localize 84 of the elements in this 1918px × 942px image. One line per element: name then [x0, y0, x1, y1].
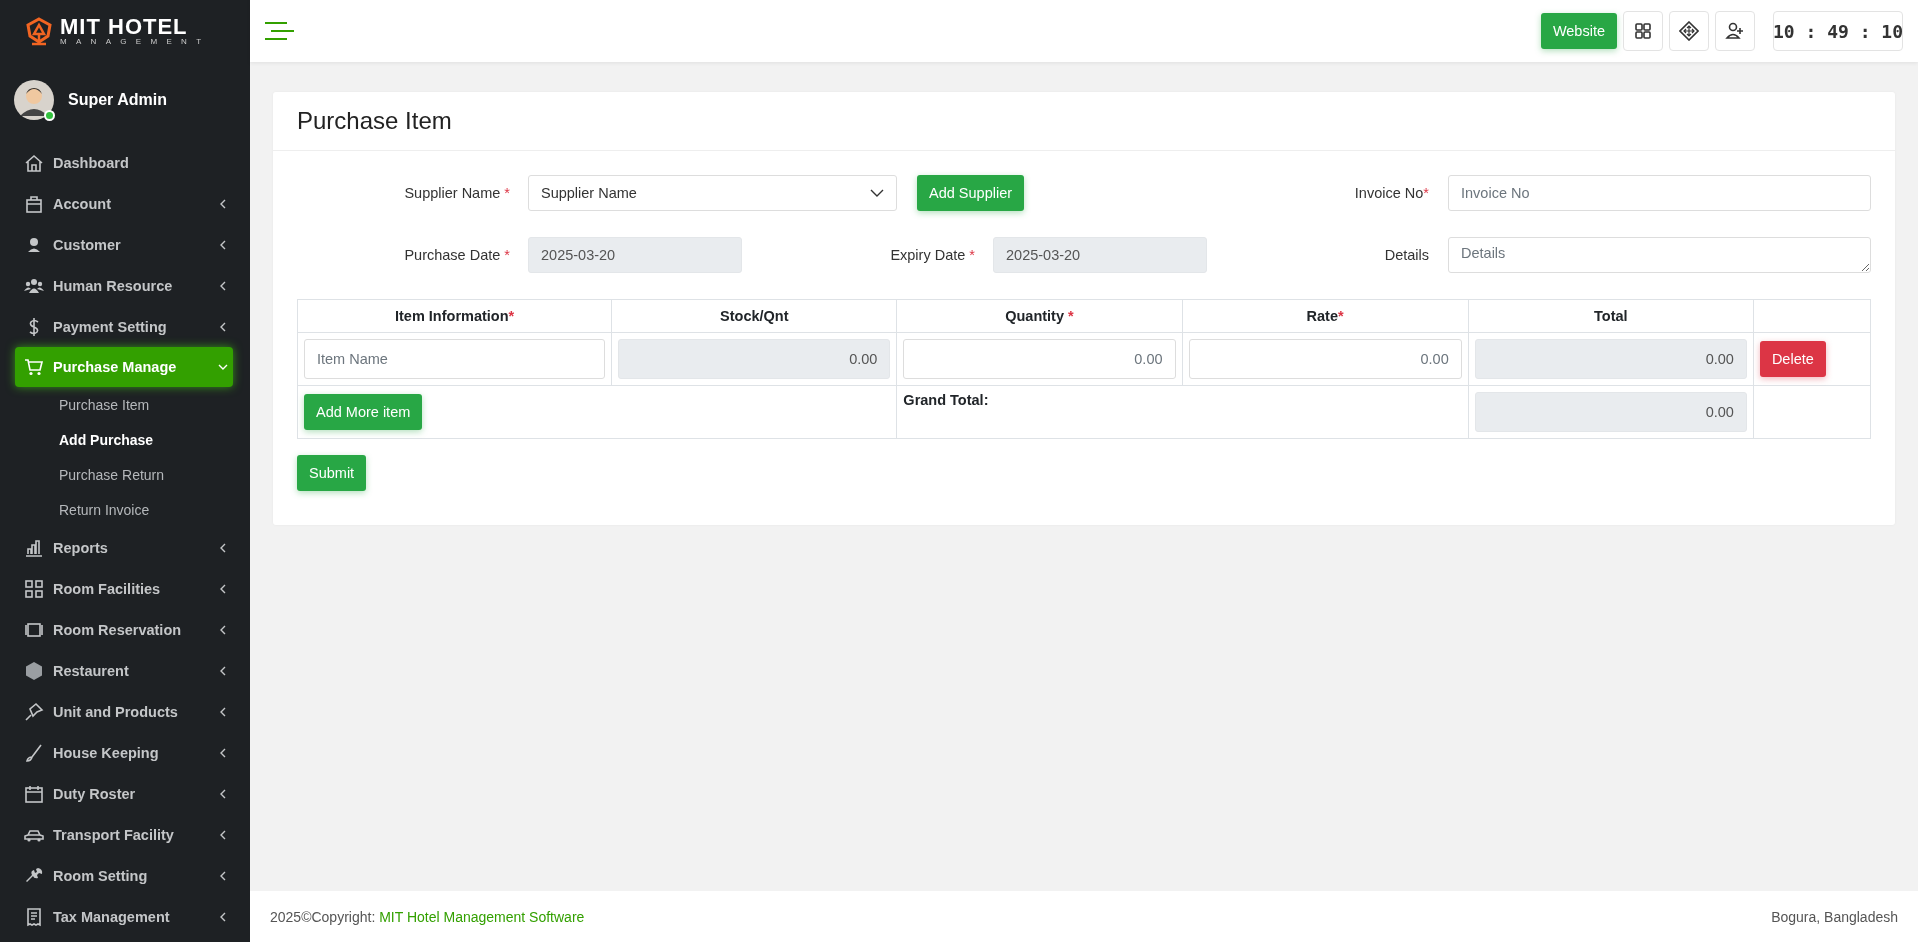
grand-total-label: Grand Total:	[903, 392, 989, 408]
logo-tagline: MANAGEMENT	[60, 38, 211, 46]
grid-icon	[24, 578, 44, 599]
chevron-left-icon	[218, 582, 228, 595]
item-name-field[interactable]: Item Name	[304, 339, 606, 379]
date-field[interactable]: 2025-03-20	[993, 237, 1207, 273]
sidebar-item[interactable]: Dashboard	[0, 142, 250, 183]
chevron-left-icon	[218, 705, 228, 718]
sidebar-item[interactable]: Reports	[0, 527, 250, 568]
column-header: Stock/Qnt	[611, 299, 897, 333]
chevron-left-icon	[218, 664, 228, 677]
submenu-item[interactable]: Purchase Return	[0, 457, 250, 492]
footer-link[interactable]: MIT Hotel Management Software	[379, 908, 585, 925]
add-user-icon	[1725, 21, 1745, 41]
date-field[interactable]: 2025-03-20	[528, 237, 742, 273]
submenu-item[interactable]: Add Purchase	[0, 422, 250, 457]
column-header: Item Information*	[297, 299, 612, 333]
chevron-left-icon	[218, 320, 228, 333]
page-title: Purchase Item	[297, 107, 452, 135]
move-button[interactable]	[1669, 11, 1709, 51]
number-field[interactable]: 0.00	[903, 339, 1176, 379]
field-label: Details	[1383, 247, 1429, 263]
move-arrows-icon	[1679, 21, 1699, 41]
column-header: Total	[1468, 299, 1754, 333]
sidebar-item[interactable]: Customer	[0, 224, 250, 265]
add-user-button[interactable]	[1715, 11, 1755, 51]
user-name: Super Admin	[68, 91, 167, 109]
chevron-left-icon	[218, 623, 228, 636]
bar-chart-icon	[24, 537, 44, 558]
calendar-icon	[24, 783, 44, 804]
column-header: Quantity *	[896, 299, 1183, 333]
chevron-left-icon	[218, 197, 228, 210]
column-header: Rate*	[1182, 299, 1469, 333]
supplier-select[interactable]: Supplier Name	[528, 175, 897, 211]
field-label: Invoice No*	[1353, 185, 1429, 201]
apps-button[interactable]	[1623, 11, 1663, 51]
submenu-item[interactable]: Purchase Item	[0, 387, 250, 422]
chevron-left-icon	[218, 787, 228, 800]
chevron-left-icon	[218, 541, 228, 554]
field-label: Purchase Date *	[403, 247, 510, 263]
grand-total-field[interactable]: 0.00	[1474, 392, 1747, 432]
sidebar-item[interactable]: Human Resource	[0, 265, 250, 306]
location-text: Bogura, Bangladesh	[1771, 908, 1898, 925]
details-field[interactable]: Details	[1448, 237, 1871, 273]
receipt-icon	[24, 906, 44, 927]
cart-icon	[24, 357, 44, 377]
sidebar-item[interactable]: Room Reservation	[0, 609, 250, 650]
number-field[interactable]: 0.00	[1188, 339, 1462, 379]
sidebar-item[interactable]: Transport Facility	[0, 814, 250, 855]
chevron-left-icon	[218, 910, 228, 923]
sidebar-item[interactable]: Room Setting	[0, 855, 250, 896]
chevron-left-icon	[218, 279, 228, 292]
grid-icon	[1633, 21, 1653, 41]
chevron-left-icon	[218, 828, 228, 841]
pin-icon	[24, 701, 44, 722]
sidebar-item[interactable]: House Keeping	[0, 732, 250, 773]
avatar-icon	[14, 80, 54, 120]
number-field[interactable]: 0.00	[1474, 339, 1747, 379]
field-label: Expiry Date *	[889, 247, 975, 263]
sidebar-item[interactable]: Restaurent	[0, 650, 250, 691]
sidebar-item[interactable]: Account	[0, 183, 250, 224]
field-label: Supplier Name *	[403, 185, 510, 201]
sidebar-item[interactable]: Duty Roster	[0, 773, 250, 814]
hexagon-icon	[24, 660, 44, 681]
logo-name: MIT HOTEL	[60, 16, 189, 38]
number-field[interactable]: 0.00	[618, 339, 891, 379]
clock: 10 : 49 : 10	[1773, 11, 1903, 51]
sidebar-item[interactable]: Payment Setting	[0, 306, 250, 347]
brush-icon	[24, 742, 44, 763]
submenu-item[interactable]: Return Invoice	[0, 492, 250, 527]
home-icon	[24, 152, 44, 173]
sidebar-item[interactable]: Tax Management	[0, 896, 250, 937]
chevron-left-icon	[218, 238, 228, 251]
menu-icon[interactable]	[265, 21, 294, 41]
logo-icon	[24, 16, 54, 46]
sidebar-item[interactable]: Unit and Products	[0, 691, 250, 732]
chevron-left-icon	[218, 869, 228, 882]
chevron-down-icon	[870, 188, 884, 198]
briefcase-icon	[24, 193, 44, 214]
copyright-text: 2025©Copyright: MIT Hotel Management Software	[270, 908, 585, 925]
invoice-field[interactable]: Invoice No	[1448, 175, 1871, 211]
delete-button[interactable]: Delete	[1759, 341, 1826, 377]
sidebar-item[interactable]: Room Facilities	[0, 568, 250, 609]
chevron-left-icon	[218, 746, 228, 759]
